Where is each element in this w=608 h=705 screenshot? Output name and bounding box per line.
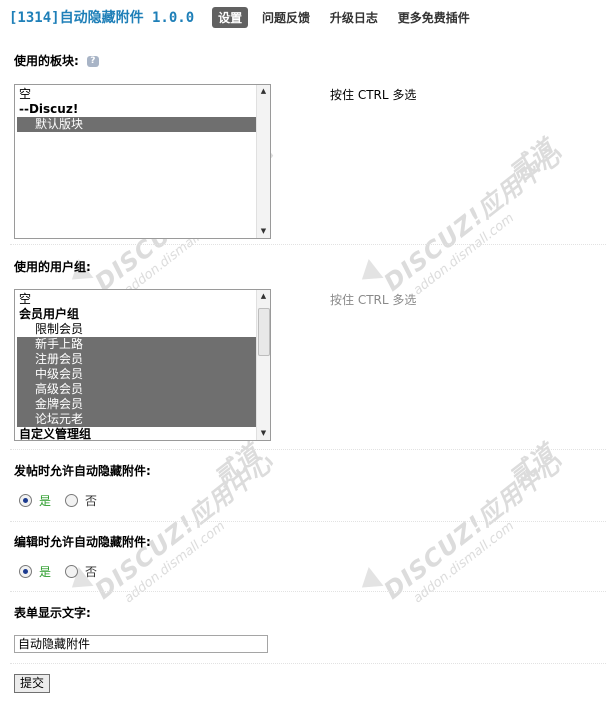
allow-edit-radio-group: 是 否 xyxy=(19,563,97,580)
allow-edit-no-label[interactable]: 否 xyxy=(85,563,97,580)
forums-section-label: 使用的板块:? xyxy=(14,52,99,69)
forums-scrollbar[interactable]: ▲ ▼ xyxy=(256,85,270,238)
allow-post-yes-label[interactable]: 是 xyxy=(39,492,51,509)
allow-post-yes-radio[interactable] xyxy=(19,494,32,507)
divider xyxy=(10,591,606,592)
usergroup-option[interactable]: 金牌会员 xyxy=(17,397,256,412)
allow-post-radio-group: 是 否 xyxy=(19,492,97,509)
forum-option-empty[interactable]: 空 xyxy=(17,87,256,102)
usergroup-option[interactable]: 中级会员 xyxy=(17,367,256,382)
allow-post-label: 发帖时允许自动隐藏附件: xyxy=(14,464,151,478)
usergroups-select[interactable]: 空 会员用户组 限制会员 新手上路 注册会员 中级会员 高级会员 金牌会员 论坛… xyxy=(14,289,271,441)
forums-select[interactable]: 空 --Discuz! 默认版块 ▲ ▼ xyxy=(14,84,271,239)
scroll-down-arrow-icon[interactable]: ▼ xyxy=(257,427,270,440)
allow-post-no-label[interactable]: 否 xyxy=(85,492,97,509)
divider xyxy=(10,663,606,664)
allow-edit-yes-radio[interactable] xyxy=(19,565,32,578)
usergroups-section-label: 使用的用户组: xyxy=(14,260,91,274)
divider xyxy=(10,244,606,245)
forum-option-default[interactable]: 默认版块 xyxy=(17,117,256,132)
question-bubble-icon[interactable]: ? xyxy=(86,56,99,67)
allow-edit-no-radio[interactable] xyxy=(65,565,79,578)
display-text-label: 表单显示文字: xyxy=(14,606,91,620)
usergroup-option[interactable]: 新手上路 xyxy=(17,337,256,352)
display-text-input[interactable] xyxy=(14,635,268,653)
usergroup-option[interactable]: 注册会员 xyxy=(17,352,256,367)
forum-option-group[interactable]: --Discuz! xyxy=(17,102,256,117)
scroll-down-arrow-icon[interactable]: ▼ xyxy=(257,225,270,238)
tab-more-plugins[interactable]: 更多免费插件 xyxy=(392,7,476,28)
usergroup-option[interactable]: 空 xyxy=(17,292,256,307)
usergroup-option[interactable]: 论坛元老 xyxy=(17,412,256,427)
divider xyxy=(10,449,606,450)
plugin-title: [1314]自动隐藏附件 1.0.0 xyxy=(9,10,195,26)
tab-feedback[interactable]: 问题反馈 xyxy=(256,7,316,28)
scroll-up-arrow-icon[interactable]: ▲ xyxy=(257,85,270,98)
usergroup-option[interactable]: 限制会员 xyxy=(17,322,256,337)
allow-post-no-radio[interactable] xyxy=(65,494,79,507)
top-nav: 设置 问题反馈 升级日志 更多免费插件 xyxy=(212,6,480,28)
usergroups-scrollbar[interactable]: ▲ ▼ xyxy=(256,290,270,440)
usergroups-hint: 按住 CTRL 多选 xyxy=(330,293,417,307)
submit-button[interactable]: 提交 xyxy=(14,674,51,693)
forums-hint: 按住 CTRL 多选 xyxy=(330,88,417,102)
page-header: [1314]自动隐藏附件 1.0.0 设置 问题反馈 升级日志 更多免费插件 xyxy=(9,6,480,28)
usergroup-option-group[interactable]: 自定义管理组 xyxy=(17,427,256,440)
tab-changelog[interactable]: 升级日志 xyxy=(324,7,384,28)
usergroup-option[interactable]: 高级会员 xyxy=(17,382,256,397)
usergroup-option-group[interactable]: 会员用户组 xyxy=(17,307,256,322)
scroll-up-arrow-icon[interactable]: ▲ xyxy=(257,290,270,303)
scrollbar-thumb[interactable] xyxy=(258,308,270,356)
allow-edit-yes-label[interactable]: 是 xyxy=(39,563,51,580)
tab-settings[interactable]: 设置 xyxy=(212,6,249,28)
allow-edit-label: 编辑时允许自动隐藏附件: xyxy=(14,535,151,549)
divider xyxy=(10,521,606,522)
